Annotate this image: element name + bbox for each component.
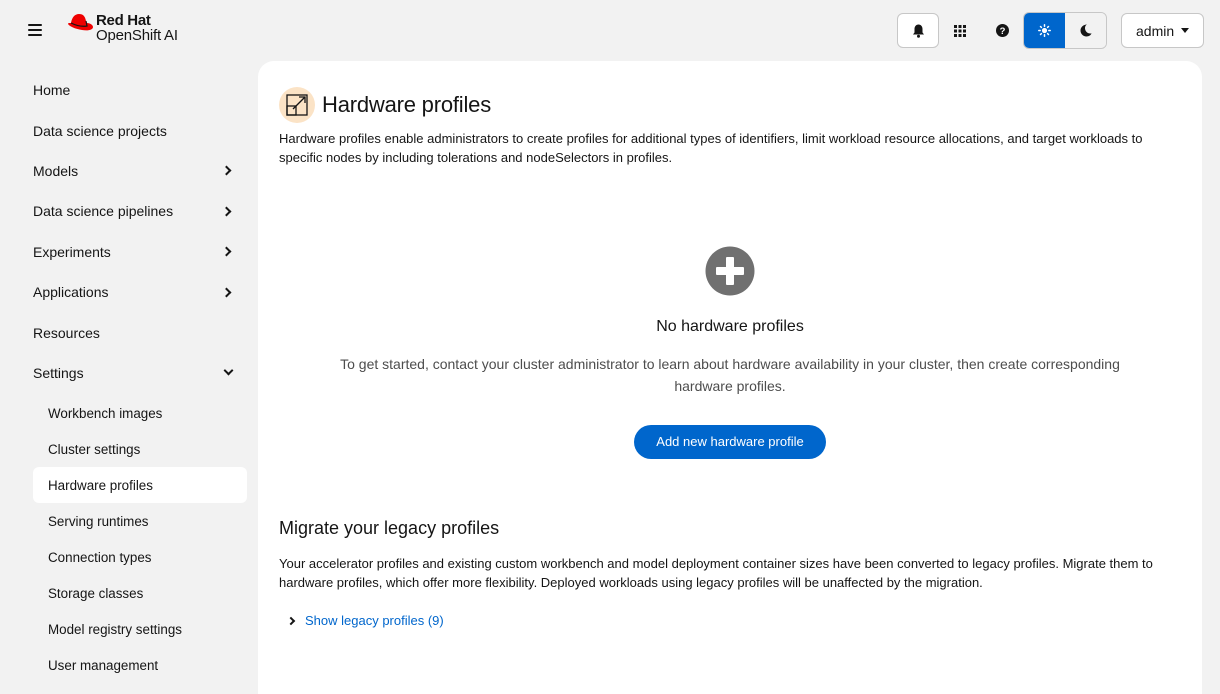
red-hat-logo-icon	[68, 14, 93, 31]
chevron-down-icon	[223, 365, 234, 376]
sidebar-item-label: Data science pipelines	[33, 203, 174, 220]
sidebar-nav: Home Data science projects Models Data s…	[0, 70, 258, 683]
chevron-right-icon	[221, 166, 232, 176]
settings-subnav: Workbench images Cluster settings Hardwa…	[0, 393, 258, 683]
theme-toggle	[1023, 12, 1107, 49]
caret-down-icon	[1181, 28, 1189, 33]
sidebar-item-storage-classes[interactable]: Storage classes	[33, 575, 247, 611]
app-launcher-icon	[954, 24, 966, 37]
sidebar-item-label: Experiments	[33, 243, 111, 260]
sidebar-item-user-management[interactable]: User management	[33, 647, 247, 683]
light-theme-button[interactable]	[1024, 13, 1065, 48]
add-hardware-profile-button[interactable]: Add new hardware profile	[634, 425, 826, 459]
product-name: OpenShift AI	[96, 27, 178, 44]
sidebar-item-settings[interactable]: Settings	[0, 353, 258, 393]
sidebar-item-applications[interactable]: Applications	[0, 272, 258, 312]
page-header: Hardware profiles	[279, 87, 491, 123]
sidebar-item-workbench-images[interactable]: Workbench images	[33, 395, 247, 431]
app-launcher-button[interactable]	[939, 13, 981, 48]
notifications-button[interactable]	[897, 13, 939, 48]
empty-state: No hardware profiles To get started, con…	[258, 246, 1202, 459]
sidebar-item-data-science-projects[interactable]: Data science projects	[0, 110, 258, 150]
brand-logo[interactable]: Red Hat OpenShift AI	[66, 13, 178, 43]
chevron-right-icon	[221, 246, 232, 257]
chevron-right-icon	[221, 287, 232, 298]
sidebar-item-hardware-profiles[interactable]: Hardware profiles	[33, 467, 247, 504]
main-content: Hardware profiles Hardware profiles enab…	[258, 61, 1202, 694]
sidebar-item-home[interactable]: Home	[0, 70, 258, 110]
sidebar-item-label: Applications	[33, 284, 109, 301]
sidebar-item-model-registry-settings[interactable]: Model registry settings	[33, 611, 247, 647]
sun-icon	[1038, 24, 1051, 37]
sidebar-item-label: Home	[33, 82, 71, 99]
moon-icon	[1080, 24, 1092, 37]
sidebar-item-label: Models	[33, 162, 79, 179]
hamburger-menu-icon[interactable]	[26, 22, 44, 38]
hardware-profile-icon	[279, 87, 315, 123]
migrate-section-title: Migrate your legacy profiles	[279, 518, 500, 538]
masthead: Red Hat OpenShift AI ? admin	[0, 0, 1220, 60]
empty-state-title: No hardware profiles	[656, 318, 804, 335]
migrate-section-description: Your accelerator profiles and existing c…	[279, 556, 1153, 590]
dark-theme-button[interactable]	[1065, 13, 1106, 48]
brand-name: Red Hat	[96, 12, 151, 29]
sidebar-item-experiments[interactable]: Experiments	[0, 232, 258, 272]
plus-circle-icon	[705, 246, 755, 296]
show-legacy-profiles-link[interactable]: Show legacy profiles (9)	[305, 613, 444, 628]
sidebar-item-label: Resources	[33, 324, 100, 341]
chevron-right-icon	[221, 206, 232, 217]
bell-icon	[912, 24, 924, 38]
chevron-right-icon	[286, 616, 296, 625]
show-legacy-profiles-toggle[interactable]: Show legacy profiles (9)	[286, 613, 444, 628]
username: admin	[1136, 22, 1175, 39]
help-button[interactable]: ?	[981, 13, 1023, 48]
empty-state-body: To get started, contact your cluster adm…	[340, 356, 1120, 394]
sidebar-item-resources[interactable]: Resources	[0, 312, 258, 352]
page-description: Hardware profiles enable administrators …	[279, 131, 1143, 165]
svg-text:?: ?	[999, 26, 1005, 37]
masthead-tools: ? admin	[897, 12, 1204, 49]
sidebar-item-data-science-pipelines[interactable]: Data science pipelines	[0, 191, 258, 231]
sidebar-item-label: Settings	[33, 364, 84, 381]
help-icon: ?	[995, 24, 1009, 37]
sidebar-item-label: Data science projects	[33, 122, 167, 139]
sidebar-item-cluster-settings[interactable]: Cluster settings	[33, 431, 247, 467]
sidebar-item-models[interactable]: Models	[0, 151, 258, 191]
user-menu-toggle[interactable]: admin	[1121, 13, 1204, 48]
sidebar-item-serving-runtimes[interactable]: Serving runtimes	[33, 503, 247, 539]
page-title: Hardware profiles	[322, 92, 492, 117]
sidebar-item-connection-types[interactable]: Connection types	[33, 539, 247, 575]
